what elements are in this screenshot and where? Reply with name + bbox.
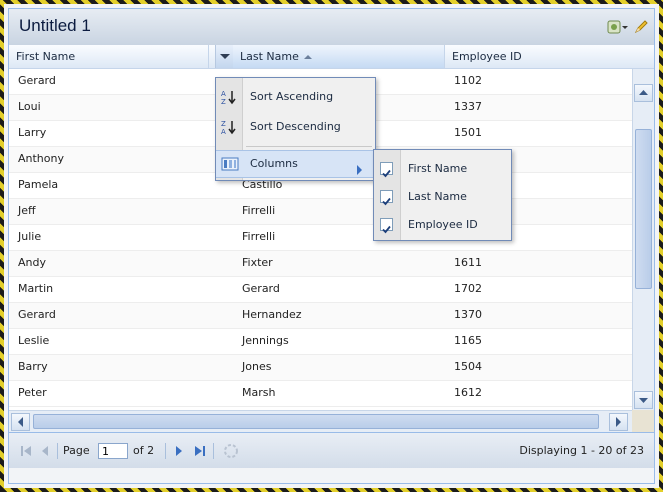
menu-item-label: Sort Descending xyxy=(250,120,341,133)
column-header-last-name[interactable]: Last Name xyxy=(233,45,445,68)
table-cell-first: Andy xyxy=(18,256,46,269)
checkbox[interactable] xyxy=(380,190,393,206)
panel-footer xyxy=(9,468,654,483)
gear-dropdown-icon[interactable] xyxy=(607,19,628,35)
table-cell-last: Jones xyxy=(242,360,272,373)
table-cell-id: 1611 xyxy=(454,256,482,269)
table-cell-first: Loui xyxy=(18,100,41,113)
horizontal-scrollbar[interactable] xyxy=(9,410,632,433)
scroll-down-button[interactable] xyxy=(634,391,653,409)
svg-text:A: A xyxy=(221,128,226,135)
checkbox[interactable] xyxy=(380,162,393,178)
horizontal-scroll-thumb[interactable] xyxy=(33,414,599,429)
checkmark-icon xyxy=(382,169,391,178)
columns-submenu: First Name Last Name Employee ID xyxy=(373,149,512,241)
column-header-label: First Name xyxy=(16,50,76,63)
table-cell-id: 1102 xyxy=(454,74,482,87)
columns-menu-item[interactable]: Columns xyxy=(216,150,375,178)
vertical-scrollbar[interactable] xyxy=(632,69,654,410)
scrollbar-corner xyxy=(632,410,654,432)
table-cell-first: Martin xyxy=(18,282,54,295)
table-cell-first: Peter xyxy=(18,386,47,399)
sort-descending-menu-item[interactable]: Z A Sort Descending xyxy=(216,114,375,140)
menu-item-label: Columns xyxy=(250,157,298,170)
table-cell-first: Jeff xyxy=(18,204,36,217)
column-menu-trigger[interactable] xyxy=(215,45,233,68)
table-cell-first: Leslie xyxy=(18,334,50,347)
column-menu: A Z Sort Ascending Z A Sort Descending C… xyxy=(215,77,376,181)
grid-header: First Name Last Name Employee ID xyxy=(9,45,654,69)
paging-toolbar: Page of 2 Displaying 1 - 20 of 23 xyxy=(9,432,654,469)
menu-item-label: First Name xyxy=(408,162,468,175)
page-label: Page xyxy=(63,444,90,457)
table-cell-first: Gerard xyxy=(18,308,56,321)
menu-item-label: Employee ID xyxy=(408,218,478,231)
sort-za-icon: Z A xyxy=(221,119,237,136)
checkmark-icon xyxy=(382,225,391,234)
svg-text:Z: Z xyxy=(221,120,226,128)
columns-icon xyxy=(221,156,239,172)
table-cell-last: Jennings xyxy=(242,334,289,347)
table-row[interactable]: Barry Jones 1504 xyxy=(9,355,632,381)
column-header-employee-id[interactable]: Employee ID xyxy=(445,45,654,68)
table-cell-last: Firrelli xyxy=(242,204,276,217)
column-header-label: Last Name xyxy=(240,50,299,63)
table-row[interactable]: Gerard Hernandez 1370 xyxy=(9,303,632,329)
column-toggle-item[interactable]: Employee ID xyxy=(374,212,511,238)
menu-item-label: Last Name xyxy=(408,190,467,203)
table-cell-id: 1702 xyxy=(454,282,482,295)
display-info: Displaying 1 - 20 of 23 xyxy=(519,444,644,457)
table-cell-id: 1501 xyxy=(454,126,482,139)
table-row[interactable]: Peter Marsh 1612 xyxy=(9,381,632,407)
column-toggle-item[interactable]: Last Name xyxy=(374,184,511,210)
vertical-scroll-thumb[interactable] xyxy=(635,129,652,289)
svg-text:Z: Z xyxy=(221,98,226,105)
panel-title-bar: Untitled 1 xyxy=(9,9,654,46)
table-cell-id: 1504 xyxy=(454,360,482,373)
panel-title: Untitled 1 xyxy=(19,16,91,35)
table-row[interactable]: Leslie Jennings 1165 xyxy=(9,329,632,355)
table-cell-first: Julie xyxy=(18,230,42,243)
table-row[interactable]: Jeff Firrelli xyxy=(9,199,632,225)
sort-ascending-icon xyxy=(303,55,312,59)
table-cell-last: Firrelli xyxy=(242,230,276,243)
table-cell-first: Pamela xyxy=(18,178,59,191)
menu-separator xyxy=(246,146,372,147)
column-toggle-item[interactable]: First Name xyxy=(374,156,511,182)
page-number-input[interactable] xyxy=(98,443,128,459)
column-header-label: Employee ID xyxy=(452,50,522,63)
table-cell-last: Gerard xyxy=(242,282,280,295)
page-count-label: of 2 xyxy=(133,444,155,457)
table-cell-last: Fixter xyxy=(242,256,273,269)
table-cell-first: Larry xyxy=(18,126,47,139)
table-cell-id: 1370 xyxy=(454,308,482,321)
table-cell-first: Gerard xyxy=(18,74,56,87)
table-cell-first: Anthony xyxy=(18,152,64,165)
table-cell-first: Barry xyxy=(18,360,48,373)
toolbar-separator xyxy=(57,443,58,459)
table-cell-id: 1612 xyxy=(454,386,482,399)
table-row[interactable]: Martin Gerard 1702 xyxy=(9,277,632,303)
table-cell-id: 1337 xyxy=(454,100,482,113)
sort-ascending-menu-item[interactable]: A Z Sort Ascending xyxy=(216,84,375,110)
toolbar-separator xyxy=(165,443,166,459)
checkmark-icon xyxy=(382,197,391,206)
submenu-arrow-icon xyxy=(356,159,363,185)
scroll-up-button[interactable] xyxy=(634,84,653,102)
column-header-first-name[interactable]: First Name xyxy=(9,45,209,68)
checkbox[interactable] xyxy=(380,218,393,234)
sort-az-icon: A Z xyxy=(221,89,237,106)
table-cell-id: 1165 xyxy=(454,334,482,347)
scroll-left-button[interactable] xyxy=(11,413,30,431)
table-cell-last: Hernandez xyxy=(242,308,302,321)
svg-text:A: A xyxy=(221,90,226,98)
table-row[interactable]: Andy Fixter 1611 xyxy=(9,251,632,277)
scroll-right-button[interactable] xyxy=(609,413,628,431)
pencil-icon[interactable] xyxy=(633,19,649,35)
toolbar-separator xyxy=(213,443,214,459)
menu-item-label: Sort Ascending xyxy=(250,90,334,103)
table-cell-last: Marsh xyxy=(242,386,276,399)
table-row[interactable]: JulieFirrelli1188 xyxy=(9,225,632,251)
